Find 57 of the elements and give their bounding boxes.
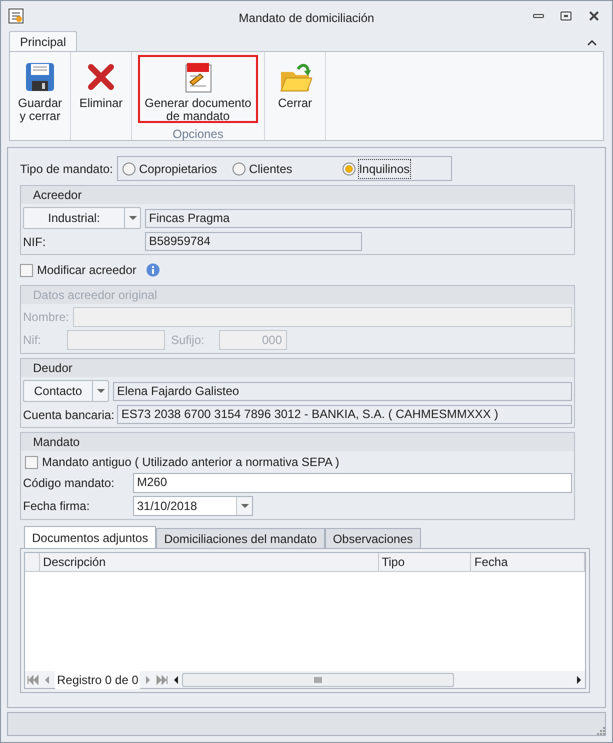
ribbon-tab[interactable]: Principal: [9, 31, 78, 51]
group-label: Opciones: [172, 126, 224, 143]
column-header[interactable]: Descripción: [40, 553, 379, 571]
tab[interactable]: Domiciliaciones del mandato: [156, 528, 325, 548]
scroll-thumb[interactable]: [182, 672, 454, 686]
tab[interactable]: Observaciones: [324, 528, 421, 548]
ribbon-button[interactable]: Generar documento de mandato: [138, 55, 258, 123]
scroll-right-icon: [575, 674, 583, 684]
tab[interactable]: Documentos adjuntos: [24, 526, 156, 548]
field-label: Nif:: [23, 332, 42, 349]
type-dropdown[interactable]: Industrial:: [23, 207, 141, 229]
field-label: Cuenta bancaria:: [23, 406, 114, 424]
grip-icon: [314, 676, 322, 682]
record-counter: Registro 0 de 0: [55, 670, 140, 688]
radio-option[interactable]: Copropietarios: [122, 160, 232, 178]
collapse-ribbon-icon[interactable]: [586, 37, 598, 47]
ribbon-button[interactable]: Eliminar: [73, 55, 129, 123]
field-label: Tipo de mandato:: [20, 160, 113, 178]
field-label: NIF:: [23, 234, 47, 250]
info-icon: [146, 263, 160, 277]
field-label: Nombre:: [23, 309, 70, 326]
minimize-icon: [533, 14, 544, 18]
app-icon: [7, 7, 25, 25]
maximize-icon: [560, 10, 572, 22]
previous-record-icon: [43, 674, 51, 684]
group-title: Deudor: [21, 359, 574, 377]
ribbon-button[interactable]: Guardar y cerrar: [12, 55, 68, 123]
last-record-icon: [156, 674, 168, 684]
column-header[interactable]: Fecha: [471, 553, 586, 571]
date-field[interactable]: 31/10/2018: [133, 496, 253, 516]
radio-option[interactable]: Clientes: [232, 160, 342, 178]
text-field[interactable]: Fincas Pragma: [145, 208, 572, 228]
text-field[interactable]: Elena Fajardo Galisteo: [113, 382, 572, 400]
dropdown-arrow-icon: [128, 216, 136, 220]
group-title: Acreedor: [21, 186, 574, 204]
group-title: Datos acreedor original: [21, 286, 574, 304]
text-field[interactable]: ES73 2038 6700 3154 7896 3012 - BANKIA, S.A. ( CAHMESMMXXX ): [117, 405, 572, 424]
radio-option[interactable]: Inquilinos: [342, 160, 442, 178]
text-field[interactable]: M260: [133, 473, 572, 493]
column-header[interactable]: Tipo: [378, 553, 472, 571]
next-record-icon: [144, 674, 152, 684]
field-label: Código mandato:: [23, 475, 116, 492]
dropdown-arrow-icon: [240, 504, 248, 508]
field-label: Fecha firma:: [23, 498, 91, 515]
type-dropdown[interactable]: Contacto: [23, 380, 109, 402]
group-title: Mandato: [21, 433, 574, 451]
field-label: Sufijo:: [171, 332, 206, 349]
checkbox[interactable]: Mandato antiguo ( Utilizado anterior a normativa SEPA ): [21, 451, 574, 473]
ribbon-button[interactable]: Cerrar: [267, 55, 323, 123]
resize-grip-icon: [595, 725, 605, 735]
close-icon: [588, 10, 600, 22]
window-title: Mandato de domiciliación: [238, 10, 376, 27]
dropdown-arrow-icon: [96, 388, 104, 394]
horizontal-scrollbar[interactable]: [172, 671, 583, 688]
text-field[interactable]: B58959784: [145, 232, 362, 251]
first-record-icon: [27, 674, 39, 684]
checkbox[interactable]: Modificar acreedor: [20, 261, 136, 279]
